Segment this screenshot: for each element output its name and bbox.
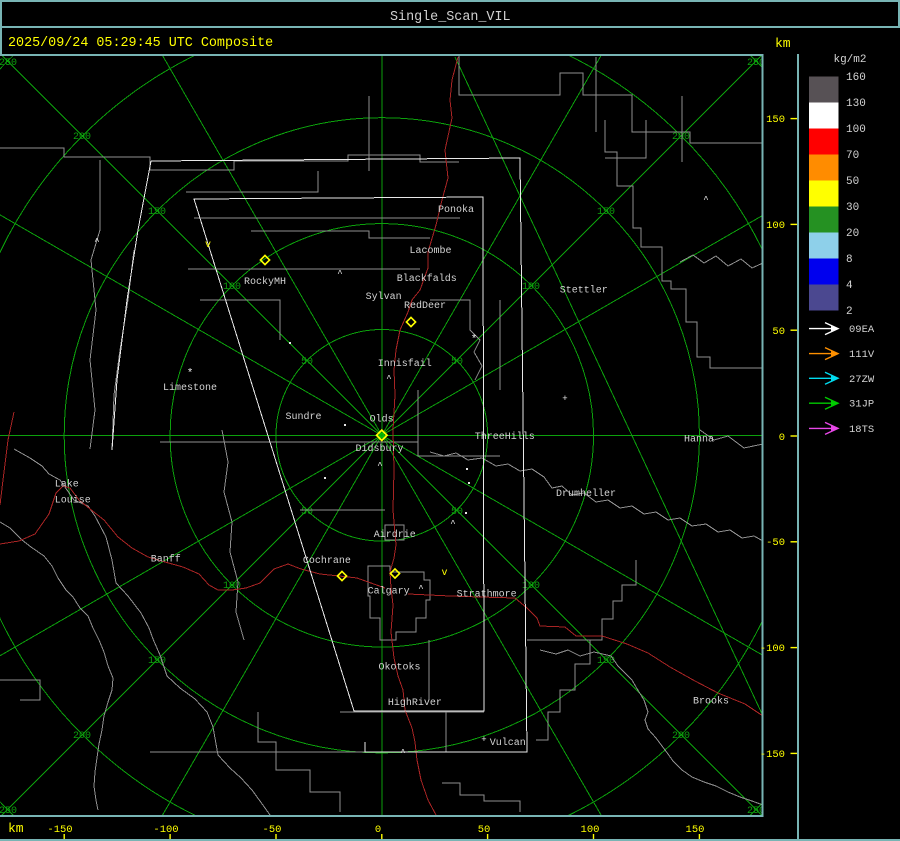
svg-text:50: 50 bbox=[301, 357, 313, 368]
svg-text:100: 100 bbox=[766, 220, 785, 232]
svg-text:Stettler: Stettler bbox=[560, 285, 608, 297]
svg-text:Calgary: Calgary bbox=[368, 586, 410, 598]
svg-text:Innisfail: Innisfail bbox=[378, 358, 432, 370]
svg-text:200: 200 bbox=[73, 731, 91, 742]
svg-text:^: ^ bbox=[386, 374, 391, 384]
svg-text:^: ^ bbox=[94, 237, 99, 247]
svg-text:Limestone: Limestone bbox=[163, 382, 217, 394]
svg-text:*: * bbox=[187, 368, 194, 380]
svg-text:-50: -50 bbox=[766, 537, 785, 549]
svg-text:km: km bbox=[8, 821, 24, 836]
svg-text:50: 50 bbox=[301, 507, 313, 518]
svg-text:150: 150 bbox=[597, 207, 615, 218]
svg-text:*: * bbox=[471, 334, 478, 346]
svg-text:Okotoks: Okotoks bbox=[379, 662, 421, 674]
svg-text:Single_Scan_VIL: Single_Scan_VIL bbox=[390, 10, 511, 25]
svg-text:Strathmore: Strathmore bbox=[457, 589, 517, 601]
svg-text:Drumheller: Drumheller bbox=[556, 488, 616, 500]
svg-text:50: 50 bbox=[772, 326, 785, 338]
svg-text:-150: -150 bbox=[47, 824, 72, 836]
svg-text:Lake: Lake bbox=[55, 479, 79, 491]
svg-text:150: 150 bbox=[766, 114, 785, 126]
svg-text:Didsbury: Didsbury bbox=[356, 443, 404, 455]
svg-text:-100: -100 bbox=[153, 824, 178, 836]
svg-text:30: 30 bbox=[846, 202, 859, 214]
svg-text:HighRiver: HighRiver bbox=[388, 697, 442, 709]
svg-text:250: 250 bbox=[0, 58, 17, 69]
svg-text:50: 50 bbox=[846, 176, 859, 188]
svg-text:-150: -150 bbox=[760, 749, 785, 761]
svg-text:Sylvan: Sylvan bbox=[366, 291, 402, 303]
svg-text:^: ^ bbox=[400, 748, 405, 758]
svg-text:200: 200 bbox=[73, 132, 91, 143]
svg-text:v: v bbox=[441, 568, 447, 579]
svg-text:200: 200 bbox=[672, 731, 690, 742]
svg-text:50: 50 bbox=[478, 824, 491, 836]
svg-text:150: 150 bbox=[148, 207, 166, 218]
svg-text:Lacombe: Lacombe bbox=[410, 245, 452, 257]
svg-text:RockyMH: RockyMH bbox=[244, 276, 286, 288]
svg-text:0: 0 bbox=[375, 824, 381, 836]
svg-text:100: 100 bbox=[223, 282, 241, 293]
svg-text:Vulcan: Vulcan bbox=[490, 737, 526, 749]
svg-text:100: 100 bbox=[846, 124, 866, 136]
svg-text:150: 150 bbox=[686, 824, 705, 836]
svg-text:160: 160 bbox=[846, 72, 866, 84]
svg-text:RedDeer: RedDeer bbox=[404, 300, 446, 312]
svg-text:4: 4 bbox=[846, 280, 853, 292]
svg-text:km: km bbox=[775, 36, 791, 51]
svg-text:0: 0 bbox=[779, 432, 785, 444]
svg-text:18TS: 18TS bbox=[849, 424, 874, 436]
svg-text:50: 50 bbox=[451, 507, 463, 518]
svg-text:Hanna: Hanna bbox=[684, 435, 714, 446]
svg-text:Airdrie: Airdrie bbox=[374, 529, 416, 541]
svg-text:Sundre: Sundre bbox=[286, 411, 322, 423]
svg-text:100: 100 bbox=[581, 824, 600, 836]
svg-text:+: + bbox=[481, 735, 486, 745]
svg-text:Brooks: Brooks bbox=[693, 696, 729, 708]
svg-text:20: 20 bbox=[846, 228, 859, 240]
svg-text:Cochrane: Cochrane bbox=[303, 555, 351, 567]
svg-text:^: ^ bbox=[337, 269, 342, 279]
svg-text:Louise: Louise bbox=[55, 495, 91, 507]
svg-text:100: 100 bbox=[522, 282, 540, 293]
svg-text:31JP: 31JP bbox=[849, 399, 874, 411]
svg-text:27ZW: 27ZW bbox=[849, 374, 875, 386]
svg-text:Banff: Banff bbox=[151, 554, 181, 566]
svg-text:+: + bbox=[562, 394, 567, 404]
svg-text:111V: 111V bbox=[849, 349, 875, 361]
svg-text:70: 70 bbox=[846, 150, 859, 162]
svg-text:130: 130 bbox=[846, 98, 866, 110]
svg-text:8: 8 bbox=[846, 254, 853, 266]
svg-text:09EA: 09EA bbox=[849, 324, 875, 336]
svg-text:^: ^ bbox=[703, 195, 708, 205]
svg-text:kg/m2: kg/m2 bbox=[833, 54, 866, 66]
svg-text:^: ^ bbox=[418, 584, 423, 594]
svg-text:2: 2 bbox=[846, 306, 853, 318]
svg-text:-100: -100 bbox=[760, 643, 785, 655]
svg-text:2025/09/24 05:29:45 UTC Compos: 2025/09/24 05:29:45 UTC Composite bbox=[8, 36, 273, 51]
svg-text:^: ^ bbox=[377, 461, 382, 471]
svg-text:200: 200 bbox=[672, 132, 690, 143]
svg-text:Ponoka: Ponoka bbox=[438, 204, 474, 216]
svg-text:50: 50 bbox=[451, 357, 463, 368]
svg-text:-50: -50 bbox=[263, 824, 282, 836]
svg-text:Blackfalds: Blackfalds bbox=[397, 273, 457, 285]
svg-text:ThreeHills: ThreeHills bbox=[475, 431, 535, 443]
svg-text:^: ^ bbox=[450, 519, 455, 529]
svg-text:v: v bbox=[205, 240, 211, 251]
svg-text:Olds: Olds bbox=[370, 414, 394, 426]
